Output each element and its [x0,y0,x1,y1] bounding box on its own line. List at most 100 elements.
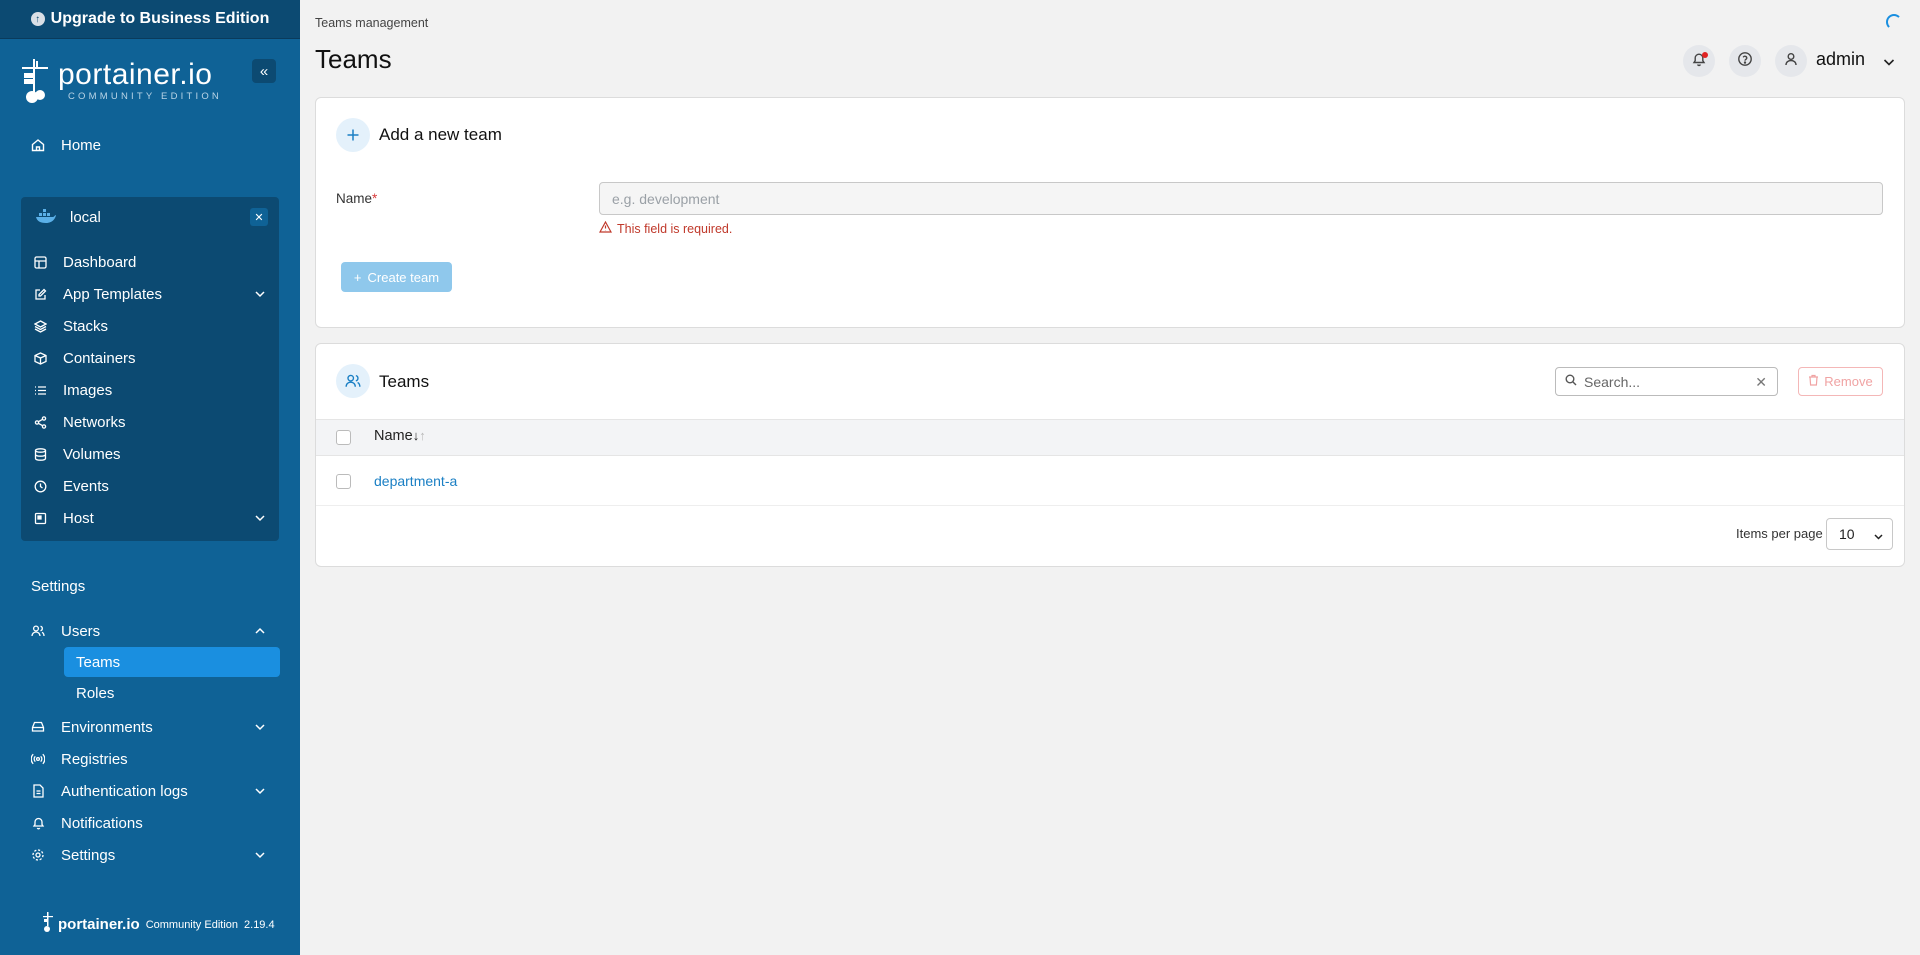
sidebar-item-home[interactable]: Home [30,132,101,158]
row-checkbox[interactable] [336,474,351,489]
sidebar-item-label: App Templates [63,285,162,303]
remove-button[interactable]: Remove [1798,367,1883,396]
clock-icon [32,478,48,494]
search-input[interactable] [1584,373,1744,390]
upgrade-banner-button[interactable]: ↑ Upgrade to Business Edition [0,0,300,39]
footer-brand: portainer.io Community Edition 2.19.4 [42,912,275,937]
footer-brand-name: portainer.io [58,916,140,933]
share-icon [32,414,48,430]
user-menu-name[interactable]: admin [1816,49,1865,70]
list-icon [32,382,48,398]
sidebar-item-label: Settings [61,846,116,864]
server-icon [32,510,48,526]
sidebar-item-label: Dashboard [63,253,137,271]
column-header-name[interactable]: Name↓↑ [374,428,426,444]
gear-icon [30,847,46,863]
search-field[interactable]: ✕ [1555,367,1778,396]
upgrade-label: Upgrade to Business Edition [50,10,270,27]
sidebar-item-label: Roles [76,685,115,702]
add-team-title: Add a new team [379,125,502,144]
chevron-down-icon[interactable] [1882,55,1896,74]
clear-search-icon[interactable]: ✕ [1755,374,1767,391]
box-icon [32,350,48,366]
dashboard-icon [32,254,48,270]
close-environment-button[interactable]: ✕ [250,208,268,226]
team-name-link[interactable]: department-a [374,473,457,489]
environment-header[interactable]: local [21,197,279,237]
docker-icon [35,209,57,225]
sidebar-item-label: Teams [76,653,121,671]
sidebar-item-networks[interactable]: Networks [32,409,126,435]
sidebar-item-stacks[interactable]: Stacks [32,313,108,339]
user-avatar[interactable] [1775,45,1807,77]
portainer-crane-icon [42,912,54,937]
sidebar-item-roles[interactable]: Roles [76,685,114,702]
brand-name: portainer.io [58,58,213,91]
notifications-button[interactable] [1683,45,1715,77]
select-all-checkbox[interactable] [336,430,351,445]
required-mark: * [372,191,378,206]
chevron-down-icon [1873,529,1884,545]
file-text-icon [30,783,46,799]
sidebar-item-host[interactable]: Host [32,505,265,531]
home-icon [30,137,46,153]
sidebar-item-label: Containers [63,349,136,367]
breadcrumb: Teams management [315,16,429,30]
sidebar-item-notifications[interactable]: Notifications [30,810,143,836]
table-header-row [316,419,1904,456]
sidebar-item-containers[interactable]: Containers [32,345,136,371]
items-per-page-select[interactable]: 10 [1826,518,1893,550]
sidebar-item-volumes[interactable]: Volumes [32,441,121,467]
create-team-button[interactable]: + Create team [341,262,452,292]
sidebar-item-settings[interactable]: Settings [30,842,265,868]
sidebar-item-registries[interactable]: Registries [30,746,128,772]
bell-icon [30,815,46,831]
name-error-message: This field is required. [598,220,732,236]
chevron-up-icon [254,624,268,638]
users-icon [336,364,370,398]
name-label: Name* [336,191,378,206]
sidebar-item-users[interactable]: Users [30,618,265,644]
sidebar-item-app-templates[interactable]: App Templates [32,281,265,307]
sidebar: ↑ Upgrade to Business Edition portainer.… [0,0,300,955]
settings-heading: Settings [31,578,86,595]
sidebar-item-label: Events [63,477,109,495]
chevron-down-icon [254,720,268,734]
footer-edition: Community Edition [145,918,239,931]
chevron-down-icon [254,287,268,301]
collapse-sidebar-button[interactable]: « [252,59,276,83]
sidebar-item-label: Networks [63,413,126,431]
sidebar-item-label: Environments [61,718,153,736]
sidebar-item-label: Users [61,622,101,640]
page-title: Teams [315,44,392,74]
chevrons-left-icon: « [259,62,269,80]
radio-icon [30,751,46,767]
help-button[interactable] [1729,45,1761,77]
team-name-input[interactable] [599,182,1883,215]
items-per-page-label: Items per page [1736,526,1823,541]
sidebar-item-events[interactable]: Events [32,473,109,499]
users-icon [30,623,46,639]
sidebar-item-authentication-logs[interactable]: Authentication logs [30,778,265,804]
chevron-down-icon [254,511,268,525]
chevron-down-icon [254,784,268,798]
layers-icon [32,318,48,334]
portainer-logo[interactable]: portainer.io COMMUNITY EDITION [18,57,222,105]
portainer-crane-icon [18,57,52,105]
notification-badge [1702,52,1708,58]
trash-icon [1808,374,1819,389]
sidebar-item-dashboard[interactable]: Dashboard [32,249,136,275]
teams-table-title: Teams [379,372,430,391]
environment-name: local [70,208,101,226]
sidebar-item-teams[interactable]: Teams [64,647,280,677]
sidebar-item-label: Volumes [63,445,121,463]
sidebar-item-label: Authentication logs [61,782,188,800]
help-circle-icon [1737,51,1753,72]
table-row [316,456,1904,506]
loading-spinner-icon [1886,14,1902,30]
sidebar-item-label: Notifications [61,814,143,832]
sidebar-item-environments[interactable]: Environments [30,714,265,740]
brand-edition: COMMUNITY EDITION [68,91,222,102]
sidebar-item-images[interactable]: Images [32,377,112,403]
database-icon [32,446,48,462]
